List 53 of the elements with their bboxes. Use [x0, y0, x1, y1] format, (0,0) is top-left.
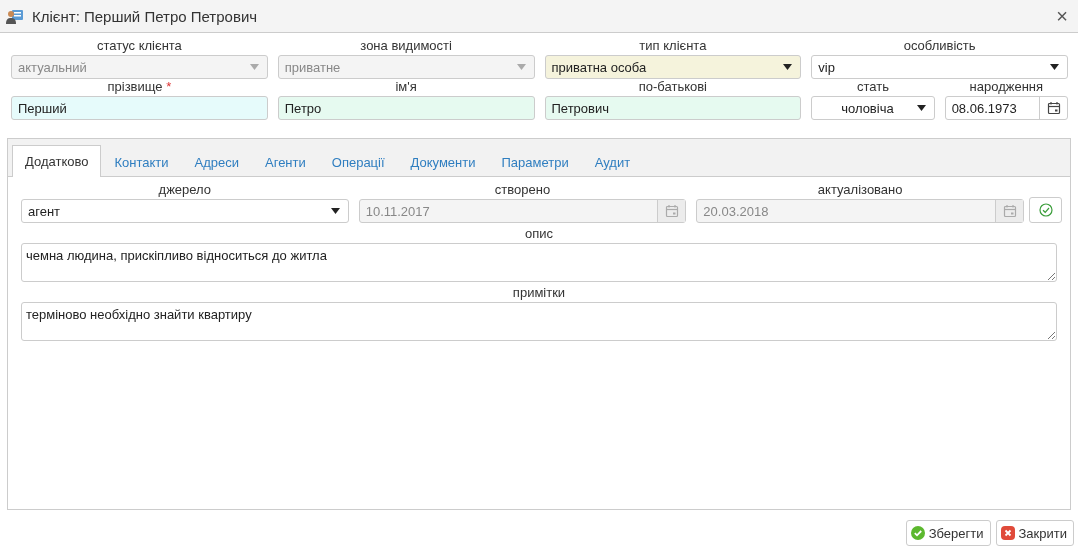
tab[interactable]: Документи [397, 146, 489, 177]
select-field[interactable]: vip [811, 55, 1068, 79]
field-label: зона видимості [360, 38, 452, 53]
field-label: по-батькові [638, 79, 707, 94]
client-card-icon [6, 8, 24, 24]
date-field[interactable]: 08.06.1973 [944, 96, 1068, 120]
caret-icon [249, 64, 259, 70]
tab[interactable]: Параметри [488, 146, 582, 177]
close-icon [1000, 526, 1015, 540]
text-field[interactable]: Петрович [544, 96, 802, 120]
tab[interactable]: Контакти [101, 146, 182, 177]
field-label: статус клієнта [96, 38, 182, 53]
tab[interactable]: Аудит [581, 146, 644, 177]
field-label: особливість [903, 38, 976, 53]
field-label: прізвище [107, 79, 163, 94]
field-label: народження [969, 79, 1044, 94]
select-field[interactable]: агент [21, 199, 349, 223]
field-label: ім'я [395, 79, 417, 94]
field-label: створено [494, 182, 551, 197]
calendar-icon [1046, 101, 1061, 115]
tab[interactable]: Операції [318, 146, 398, 177]
resize-grip-icon [1047, 331, 1055, 339]
caret-icon [916, 105, 926, 111]
field-label: примітки [512, 285, 566, 300]
required-mark: * [166, 79, 172, 94]
save-button[interactable]: Зберегти [905, 520, 991, 546]
field-label: джерело [158, 182, 212, 197]
select-field[interactable]: чоловіча [811, 96, 935, 120]
calendar-icon [664, 204, 679, 218]
field-label: опис [525, 226, 553, 241]
close-icon[interactable]: × [1052, 4, 1072, 28]
field-label: стать [856, 79, 889, 94]
field-label: актуалізовано [817, 182, 903, 197]
close-button[interactable]: Закрити [995, 520, 1074, 546]
check-circle-icon [910, 526, 925, 540]
caret-icon [1050, 64, 1059, 70]
textarea-field[interactable]: чемна людина, прискіпливо відноситься до житла [21, 243, 1057, 282]
field-label: тип клієнта [639, 38, 707, 53]
textarea-field[interactable]: терміново необхідно знайти квартиру [21, 302, 1057, 341]
caret-icon [330, 208, 340, 214]
text-field[interactable]: Петро [277, 96, 535, 120]
resize-grip-icon [1047, 272, 1055, 280]
tab[interactable]: Адреси [181, 146, 252, 177]
select-field[interactable]: приватна особа [544, 55, 802, 79]
check-circle-icon [1038, 203, 1053, 217]
text-field[interactable]: Перший [11, 96, 268, 120]
window-title: Клієнт: Перший Петро Петрович [32, 7, 259, 25]
caret-icon [783, 64, 793, 70]
calendar-icon [1002, 204, 1017, 218]
confirm-button[interactable] [1029, 197, 1062, 223]
tab[interactable]: Агенти [252, 146, 319, 177]
tab[interactable]: Додатково [12, 145, 102, 177]
caret-icon [516, 64, 526, 70]
